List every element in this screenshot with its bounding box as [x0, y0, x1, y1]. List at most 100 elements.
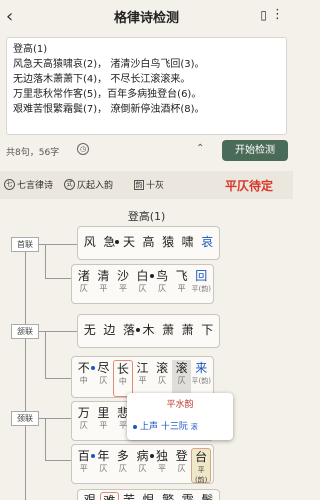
verse-line-4[interactable]: 不中 尽仄 长中 江平 滚仄 滚仄 来平(韵) — [71, 356, 214, 398]
char-cell-rhyme[interactable]: 来平(韵) — [191, 360, 211, 397]
char-cell[interactable]: 艰 — [80, 492, 100, 500]
char-cell[interactable]: 啸 — [178, 234, 198, 259]
char-cell[interactable]: 萧 — [178, 322, 198, 347]
separator-dot — [114, 240, 119, 244]
tone-label: 平 — [79, 464, 88, 473]
tone-start-option[interactable]: 式 仄起入韵 — [64, 178, 113, 191]
char-cell[interactable]: 急 — [100, 234, 120, 259]
bullet-icon — [133, 424, 137, 429]
char-cell[interactable]: 沙平 — [113, 268, 133, 303]
char-text: 苦 — [122, 493, 135, 500]
char-cell[interactable]: 登仄 — [172, 448, 192, 483]
popup-rhyme-item[interactable]: 上声 十三阮 滚 — [133, 419, 198, 432]
tone-label: 平 — [158, 464, 167, 473]
rhyme-popup[interactable]: 平水韵 上声 十三阮 滚 — [127, 393, 233, 440]
verse-line-2[interactable]: 渚仄 清平 沙平 白仄 鸟仄 飞平 回平(韵) — [71, 264, 214, 304]
char-cell-rhyme-highlight[interactable]: 台平(韵) — [191, 448, 211, 484]
char-text: 木 — [142, 323, 155, 337]
char-cell[interactable]: 猿 — [158, 234, 178, 259]
char-text: 哀 — [201, 235, 214, 249]
char-cell[interactable]: 鸟仄 — [152, 268, 172, 303]
back-icon[interactable]: ‹ — [6, 6, 13, 27]
char-cell-rhyme[interactable]: 回平(韵) — [191, 268, 211, 303]
char-cell[interactable]: 多仄 — [113, 448, 133, 483]
char-cell[interactable]: 万仄 — [74, 405, 94, 440]
char-cell[interactable]: 渚仄 — [74, 268, 94, 303]
char-cell-rhyme[interactable]: 哀 — [197, 234, 217, 259]
char-cell[interactable]: 下 — [197, 322, 217, 347]
char-text: 飞 — [175, 269, 188, 283]
char-cell[interactable]: 百平 — [74, 448, 95, 483]
char-cell[interactable]: 木 — [139, 322, 159, 347]
char-text: 回 — [195, 269, 208, 283]
tone-label: 仄 — [79, 421, 88, 430]
char-text: 难 — [101, 493, 119, 500]
more-menu-icon[interactable]: ⋮ — [271, 7, 284, 22]
char-cell[interactable]: 霜 — [178, 492, 198, 500]
char-cell[interactable]: 清平 — [94, 268, 114, 303]
char-text: 多 — [116, 449, 129, 463]
char-text: 啸 — [181, 235, 194, 249]
tree-connector — [45, 418, 46, 460]
char-cell[interactable]: 风 — [80, 234, 100, 259]
rhyme-option[interactable]: 韵 十灰 — [134, 178, 164, 191]
char-cell[interactable]: 恨 — [139, 492, 159, 500]
collapse-icon[interactable]: ⌃ — [196, 143, 204, 154]
char-cell-selected[interactable]: 滚仄 — [171, 360, 192, 397]
char-cell[interactable]: 独平 — [152, 448, 172, 483]
char-cell-warning[interactable]: 难 — [99, 492, 120, 500]
char-cell[interactable]: 萧 — [158, 322, 178, 347]
tree-connector — [45, 278, 71, 279]
char-cell[interactable]: 里平 — [94, 405, 114, 440]
char-text: 里 — [97, 406, 110, 420]
tone-start-label: 仄起入韵 — [77, 181, 114, 191]
char-cell[interactable]: 尽仄 — [94, 360, 114, 397]
char-text: 鬓 — [201, 493, 214, 500]
verse-line-6[interactable]: 百平 年仄 多仄 病仄 独平 登仄 台平(韵) — [71, 444, 214, 484]
char-cell[interactable]: 繁 — [158, 492, 178, 500]
char-text: 高 — [142, 235, 155, 249]
char-cell[interactable]: 飞平 — [172, 268, 192, 303]
poem-form-option[interactable]: 七 七言律诗 — [4, 178, 53, 191]
book-icon[interactable]: ▯ — [260, 8, 267, 22]
char-text: 繁 — [162, 493, 175, 500]
tone-label: 平(韵) — [191, 285, 211, 293]
tree-connector — [45, 244, 46, 279]
char-cell[interactable]: 白仄 — [133, 268, 154, 303]
char-cell[interactable]: 滚仄 — [152, 360, 172, 397]
char-cell[interactable]: 天 — [119, 234, 139, 259]
char-text: 萧 — [162, 323, 175, 337]
char-cell[interactable]: 不中 — [74, 360, 95, 397]
tone-label: 仄 — [158, 376, 167, 385]
char-text: 下 — [201, 323, 214, 337]
char-text: 滚 — [175, 361, 188, 375]
poem-input[interactable]: 登高(1) 风急天高猿啸哀(2)， 渚清沙白鸟飞回(3)。 无边落木萧萧下(4)… — [6, 37, 287, 135]
char-cell[interactable]: 江平 — [133, 360, 153, 397]
options-bar: 七 七言律诗 式 仄起入韵 韵 十灰 平仄待定 — [0, 171, 293, 199]
char-cell[interactable]: 年仄 — [94, 448, 114, 483]
verse-line-3[interactable]: 无 边 落 木 萧 萧 下 — [77, 314, 220, 348]
char-text: 年 — [97, 449, 110, 463]
char-text: 鸟 — [156, 269, 169, 283]
char-text: 天 — [122, 235, 135, 249]
tone-label: 仄 — [177, 376, 186, 385]
char-text: 风 — [83, 235, 96, 249]
tone-label: 仄 — [99, 464, 108, 473]
start-check-button[interactable]: 开始检测 — [222, 140, 288, 161]
char-cell[interactable]: 病仄 — [133, 448, 154, 483]
char-cell-warning[interactable]: 长中 — [113, 360, 133, 397]
char-cell[interactable]: 鬓 — [197, 492, 217, 500]
char-text: 萧 — [181, 323, 194, 337]
char-text: 无 — [83, 323, 96, 337]
verse-line-1[interactable]: 风 急 天 高 猿 啸 哀 — [77, 226, 220, 260]
char-cell[interactable]: 苦 — [119, 492, 139, 500]
char-cell[interactable]: 无 — [80, 322, 100, 347]
char-cell[interactable]: 边 — [100, 322, 120, 347]
popup-rhyme-char: 滚 — [190, 423, 198, 431]
verse-line-7[interactable]: 艰 难 苦 恨 繁 霜 鬓 — [77, 489, 220, 500]
tone-label: 平 — [118, 284, 127, 293]
verdict-label: 平仄待定 — [225, 179, 274, 193]
history-icon[interactable]: ◷ — [77, 143, 89, 155]
char-cell[interactable]: 落 — [119, 322, 141, 347]
char-cell[interactable]: 高 — [139, 234, 159, 259]
